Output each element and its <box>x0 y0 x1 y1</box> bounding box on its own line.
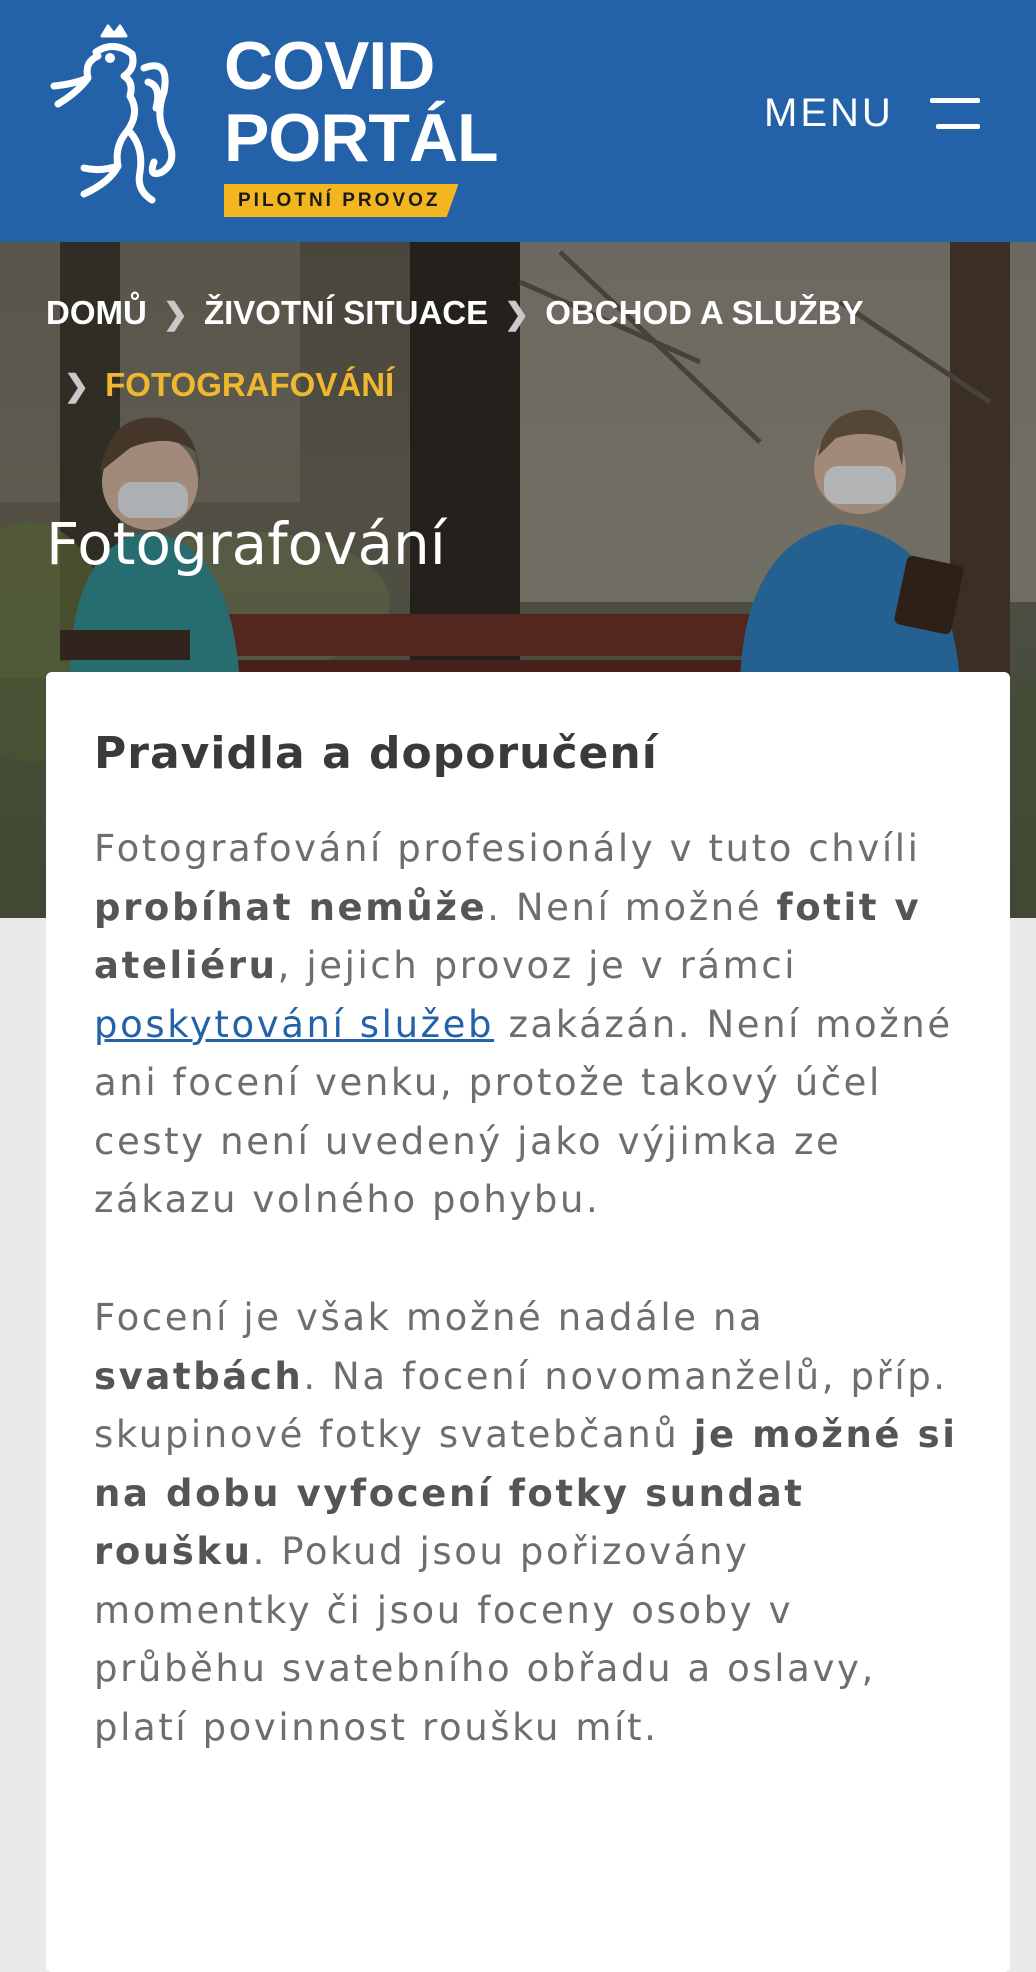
chevron-right-icon: ❯ <box>64 370 90 403</box>
breadcrumb-business-services[interactable]: OBCHOD A SLUŽBY <box>545 294 863 331</box>
bold-span: svatbách <box>94 1354 304 1398</box>
chevron-right-icon: ❯ <box>162 298 188 331</box>
page-title: Fotografování <box>46 510 446 578</box>
services-link[interactable]: poskytování služeb <box>94 1003 494 1046</box>
card-heading: Pravidla a doporučení <box>94 728 658 779</box>
breadcrumb-life-situations[interactable]: ŽIVOTNÍ SITUACE <box>204 294 488 331</box>
pilot-badge: PILOTNÍ PROVOZ <box>224 184 459 217</box>
breadcrumb-home[interactable]: DOMŮ <box>46 294 147 331</box>
rules-paragraph-1: Fotografování profesionály v tuto chvíli… <box>94 820 974 1230</box>
bold-span: probíhat nemůže <box>94 885 488 929</box>
text-span: , jejich provoz je v rámci <box>277 944 798 987</box>
text-span: . Není možné <box>487 885 777 929</box>
czech-lion-emblem-icon[interactable] <box>44 22 184 212</box>
rules-card: Pravidla a doporučení Fotografování prof… <box>46 672 1010 1972</box>
brand-wordmark[interactable]: COVID PORTÁL PILOTNÍ PROVOZ <box>224 28 499 217</box>
rules-paragraph-2: Focení je však možné nadále na svatbách.… <box>94 1289 974 1757</box>
brand-line-2: PORTÁL <box>224 100 499 176</box>
hamburger-icon <box>924 94 980 132</box>
site-header: COVID PORTÁL PILOTNÍ PROVOZ MENU <box>0 0 1036 242</box>
chevron-right-icon: ❯ <box>504 298 530 331</box>
menu-button[interactable]: MENU <box>764 88 980 138</box>
text-span: Fotografování profesionály v tuto chvíli <box>94 827 921 870</box>
text-span: Focení je však možné nadále na <box>94 1296 765 1339</box>
menu-label: MENU <box>764 90 894 135</box>
breadcrumb: DOMŮ ❯ ŽIVOTNÍ SITUACE ❯ OBCHOD A SLUŽBY ❯ FOT… <box>46 278 1006 422</box>
breadcrumb-current: FOTOGRAFOVÁNÍ <box>105 366 395 403</box>
brand-line-1: COVID <box>224 28 435 104</box>
